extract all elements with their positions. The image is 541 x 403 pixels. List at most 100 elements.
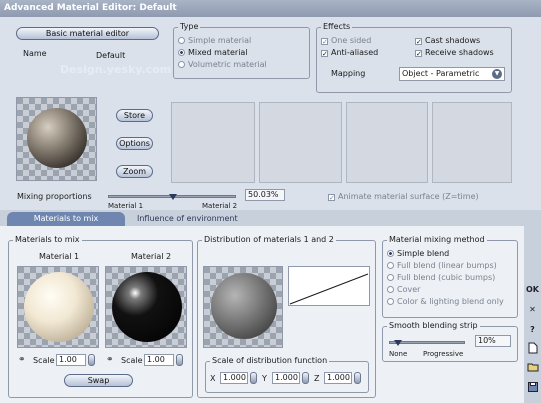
z-scale-input[interactable]: 1.000 <box>324 372 352 384</box>
method-label: Full blend (linear bumps) <box>397 261 497 270</box>
method-color-lighting[interactable]: Color & lighting blend only <box>387 297 504 307</box>
type-option-label: Simple material <box>188 36 252 45</box>
type-group: Type Simple material Mixed material Volu… <box>173 22 310 79</box>
method-label: Simple blend <box>397 249 450 258</box>
tab-influence-of-environment[interactable]: Influence of environment <box>127 212 245 226</box>
y-scale-spinner[interactable] <box>302 372 309 384</box>
watermark: Design.yesky.com <box>60 63 172 76</box>
material1-sphere <box>24 272 94 342</box>
mixing-proportions-label: Mixing proportions <box>17 192 92 201</box>
x-scale-input[interactable]: 1.000 <box>220 372 248 384</box>
radio-selected-icon <box>178 49 185 56</box>
radio-icon <box>387 286 394 293</box>
help-button[interactable]: ? <box>525 322 540 338</box>
material1-slider-label: Material 1 <box>108 202 144 210</box>
animate-label: Animate material surface (Z=time) <box>338 192 479 201</box>
animate-checkbox[interactable]: ✓ Animate material surface (Z=time) <box>328 192 479 202</box>
radio-icon <box>387 262 394 269</box>
mixing-method-group: Material mixing method Simple blend Full… <box>382 235 518 318</box>
cast-shadows-label: Cast shadows <box>425 36 481 45</box>
material2-sphere <box>112 272 182 342</box>
z-label: Z <box>314 374 320 383</box>
stored-material-slot[interactable] <box>259 102 342 183</box>
method-full-blend-cubic[interactable]: Full blend (cubic bumps) <box>387 273 495 283</box>
receive-shadows-label: Receive shadows <box>425 48 494 57</box>
name-value[interactable]: Default <box>96 51 125 61</box>
scale1-spinner[interactable] <box>88 354 95 366</box>
smooth-slider-track[interactable] <box>389 340 465 346</box>
document-icon[interactable] <box>525 342 540 358</box>
radio-icon <box>178 37 185 44</box>
scale2-label: Scale <box>121 356 143 365</box>
mapping-select[interactable]: Object - Parametric ▼ <box>399 67 505 81</box>
material1-preview[interactable] <box>17 266 99 348</box>
effects-group: Effects ✓ One sided ✓ Anti-aliased ✓ Cast s… <box>316 22 512 93</box>
mixing-value-field[interactable]: 50.03% <box>245 189 285 201</box>
type-title: Type <box>178 22 201 32</box>
mixing-slider-track[interactable] <box>108 194 236 200</box>
options-button[interactable]: Options <box>116 137 153 150</box>
checkbox-icon: ✓ <box>321 50 328 58</box>
checkbox-icon: ✓ <box>321 38 328 46</box>
preview-sphere <box>27 108 87 168</box>
smooth-progressive-label: Progressive <box>423 350 464 358</box>
material2-slider-label: Material 2 <box>202 202 238 210</box>
checkbox-icon: ✓ <box>415 38 422 46</box>
type-option-mixed[interactable]: Mixed material <box>178 48 248 58</box>
radio-selected-icon <box>387 250 394 257</box>
open-file-icon[interactable] <box>525 362 540 378</box>
z-scale-spinner[interactable] <box>354 372 361 384</box>
scale-distribution-group: Scale of distribution function X 1.000 Y… <box>205 356 369 393</box>
anti-aliased-label: Anti-aliased <box>331 48 379 57</box>
chevron-down-icon: ▼ <box>492 69 502 79</box>
save-icon[interactable] <box>525 382 540 398</box>
checkbox-icon: ✓ <box>328 194 335 202</box>
method-full-blend-linear[interactable]: Full blend (linear bumps) <box>387 261 497 271</box>
tab-materials-to-mix[interactable]: Materials to mix <box>7 212 125 226</box>
materials-to-mix-group: Materials to mix Material 1 Material 2 ⚭… <box>8 235 193 398</box>
type-option-simple[interactable]: Simple material <box>178 36 251 46</box>
scale2-spinner[interactable] <box>176 354 183 366</box>
tab-bar: Materials to mix Influence of environmen… <box>0 212 541 226</box>
radio-icon <box>387 298 394 305</box>
x-label: X <box>210 374 216 383</box>
link-icon[interactable]: ⚭ <box>18 355 26 365</box>
stored-material-slot[interactable] <box>432 102 512 183</box>
receive-shadows-checkbox[interactable]: ✓ Receive shadows <box>415 48 494 58</box>
materials-to-mix-title: Materials to mix <box>13 235 82 245</box>
material2-preview[interactable] <box>105 266 187 348</box>
zoom-button[interactable]: Zoom <box>116 165 153 178</box>
material-preview <box>16 97 97 181</box>
basic-material-editor-button[interactable]: Basic material editor <box>16 27 159 40</box>
y-label: Y <box>262 374 267 383</box>
scale1-input[interactable]: 1.00 <box>56 354 86 366</box>
link-icon[interactable]: ⚭ <box>106 355 114 365</box>
distribution-curve <box>288 266 370 306</box>
close-icon[interactable]: ✕ <box>525 302 540 318</box>
smooth-slider-thumb[interactable] <box>393 340 402 346</box>
stored-material-slot[interactable] <box>346 102 428 183</box>
one-sided-label: One sided <box>331 36 372 45</box>
mixing-slider-thumb[interactable] <box>169 194 178 200</box>
cast-shadows-checkbox[interactable]: ✓ Cast shadows <box>415 36 480 46</box>
type-option-label: Mixed material <box>188 48 248 57</box>
smooth-blending-title: Smooth blending strip <box>387 321 480 331</box>
ok-button[interactable]: OK <box>525 282 540 298</box>
scale2-input[interactable]: 1.00 <box>144 354 174 366</box>
method-simple-blend[interactable]: Simple blend <box>387 249 449 259</box>
method-label: Color & lighting blend only <box>397 297 504 306</box>
swap-button[interactable]: Swap <box>64 374 133 387</box>
method-cover[interactable]: Cover <box>387 285 420 295</box>
name-label: Name <box>23 49 47 58</box>
y-scale-input[interactable]: 1.000 <box>272 372 300 384</box>
mapping-label: Mapping <box>331 69 366 78</box>
method-label: Full blend (cubic bumps) <box>397 273 496 282</box>
type-option-volumetric[interactable]: Volumetric material <box>178 60 267 70</box>
x-scale-spinner[interactable] <box>250 372 257 384</box>
smooth-value-field[interactable]: 10% <box>475 335 511 347</box>
scale1-label: Scale <box>33 356 55 365</box>
one-sided-checkbox[interactable]: ✓ One sided <box>321 36 371 46</box>
store-button[interactable]: Store <box>116 109 153 122</box>
stored-material-slot[interactable] <box>171 102 255 183</box>
anti-aliased-checkbox[interactable]: ✓ Anti-aliased <box>321 48 378 58</box>
